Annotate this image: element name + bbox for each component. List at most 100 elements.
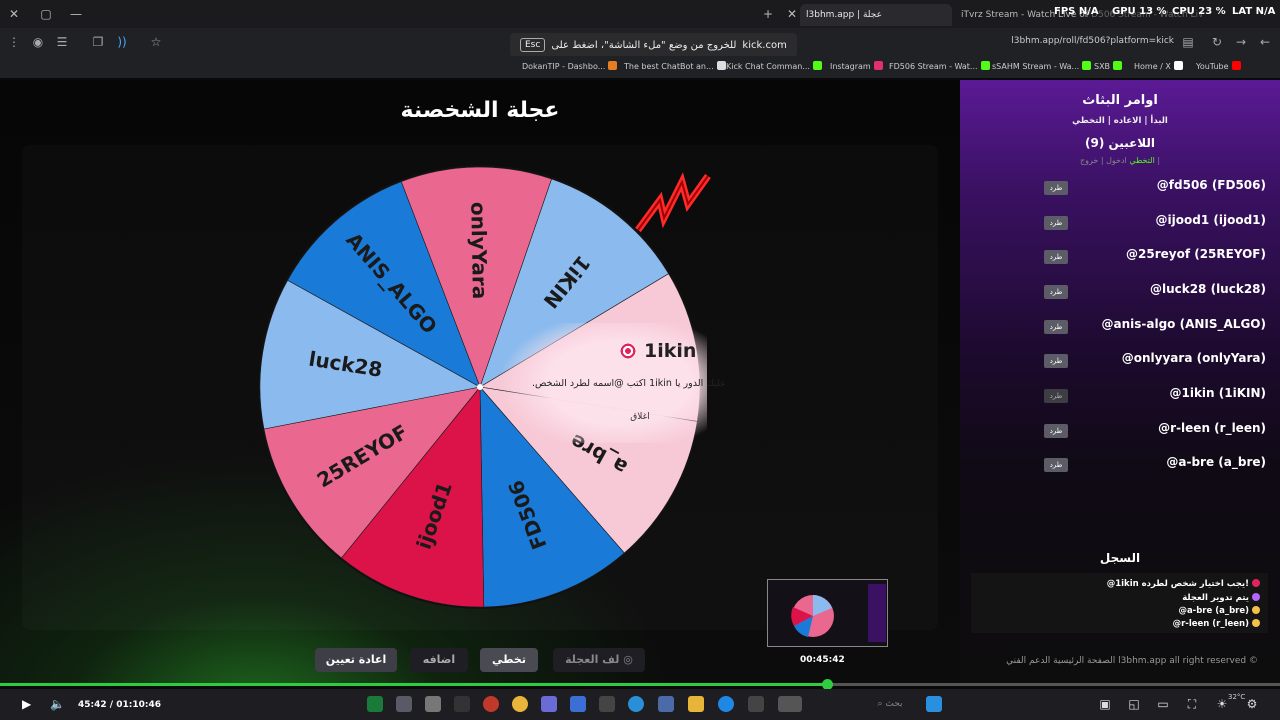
- tune-icon[interactable]: ☰: [54, 34, 70, 50]
- theater-icon[interactable]: ▭: [1155, 696, 1171, 712]
- add-button[interactable]: اضافه: [410, 648, 468, 672]
- app-icon[interactable]: [483, 696, 499, 712]
- bookmark-item[interactable]: FD506 Stream - Wat...: [889, 61, 990, 71]
- spin-icon: [1252, 593, 1260, 601]
- kick-button[interactable]: طرد: [1044, 285, 1068, 299]
- play-icon[interactable]: ▶: [22, 696, 38, 712]
- esc-key-hint: Esc: [520, 38, 546, 52]
- player-row: طرد @onlyyara (onlyYara): [1040, 350, 1266, 372]
- gpu-readout: GPU 13 %: [1112, 6, 1167, 17]
- minimize-window-icon[interactable]: —: [68, 6, 84, 22]
- bookmark-favicon-icon: [1113, 61, 1123, 70]
- taskbar-search[interactable]: ⌕ بحث: [866, 696, 914, 712]
- spin-button[interactable]: لف العجلة ◎: [553, 648, 645, 672]
- bookmark-star-icon[interactable]: ☆: [148, 34, 164, 50]
- bookmark-item[interactable]: Home / X: [1134, 61, 1183, 71]
- app-icon[interactable]: [628, 696, 644, 712]
- app-icon[interactable]: [541, 696, 557, 712]
- close-tab-icon[interactable]: ✕: [784, 6, 800, 22]
- player-name: @onlyyara (onlyYara): [1121, 351, 1266, 365]
- kick-button[interactable]: طرد: [1044, 354, 1068, 368]
- bookmark-favicon-icon: [873, 61, 883, 70]
- windows-start-icon[interactable]: [926, 696, 942, 712]
- skip-button[interactable]: تخطي: [480, 648, 538, 672]
- screenshot-icon[interactable]: ▣: [1097, 696, 1113, 712]
- reload-icon[interactable]: ↻: [1209, 34, 1225, 50]
- bookmark-item[interactable]: The best ChatBot an...: [624, 61, 726, 71]
- kick-button[interactable]: طرد: [1044, 458, 1068, 472]
- settings-app-icon[interactable]: [396, 696, 412, 712]
- footer-links[interactable]: الصفحة الرئيسية الدعم الفني l3bhm.app al…: [1006, 656, 1258, 666]
- player-name: @anis-algo (ANIS_ALGO): [1101, 317, 1267, 331]
- player-name: @1ikin (1iKIN): [1169, 386, 1266, 400]
- bookmark-favicon-icon: [980, 61, 990, 70]
- app-icon[interactable]: [778, 696, 802, 712]
- volume-icon[interactable]: 🔈: [50, 696, 66, 712]
- kick-button[interactable]: طرد: [1044, 181, 1068, 195]
- fullscreen-notice-site: kick.com: [742, 39, 787, 51]
- browser-tab-bar: ✕ ▢ — + ✕ l3bhm.app | عجلة iTvrz Stream …: [0, 0, 1280, 28]
- close-window-icon[interactable]: ✕: [6, 6, 22, 22]
- wheel-hub: [477, 384, 483, 390]
- tab-active[interactable]: l3bhm.app | عجلة: [800, 4, 952, 26]
- cpu-readout: CPU 23 %: [1172, 6, 1226, 17]
- reader-mode-icon[interactable]: ▤: [1180, 34, 1196, 50]
- spin-icon: ◎: [623, 653, 633, 666]
- kick-button[interactable]: طرد: [1044, 389, 1068, 403]
- edge-icon[interactable]: [718, 696, 734, 712]
- tab-search-icon[interactable]: ❐: [90, 34, 106, 50]
- bookmark-item[interactable]: sSAHM Stream - Wa...: [992, 61, 1092, 71]
- bookmark-item[interactable]: Kick Chat Comman...: [726, 61, 822, 71]
- app-icon[interactable]: [367, 696, 383, 712]
- bookmark-favicon-icon: [716, 61, 726, 70]
- streamer-commands: البدأ | الاعاده | التخطي: [1072, 116, 1168, 126]
- folder-icon[interactable]: [688, 696, 704, 712]
- bookmark-item[interactable]: DokanTIP - Dashbo...: [522, 61, 618, 71]
- temperature-readout: 32°C: [1228, 693, 1246, 701]
- sidebar-title: اوامر البثاث: [1082, 93, 1158, 108]
- gear-icon[interactable]: ⚙: [1244, 696, 1260, 712]
- fullscreen-notice-text: للخروج من وضع "ملء الشاشة"، اضغط على: [551, 39, 737, 51]
- close-popup-button[interactable]: اغلاق: [620, 409, 660, 425]
- app-icon[interactable]: [599, 696, 615, 712]
- bookmark-item[interactable]: Instagram: [830, 61, 883, 71]
- app-icon[interactable]: [454, 696, 470, 712]
- preview-wheel-image: [768, 580, 887, 646]
- player-row: طرد @1ikin (1iKIN): [1040, 385, 1266, 407]
- video-time: 45:42 / 01:10:46: [78, 700, 161, 710]
- player-row: طرد @luck28 (luck28): [1040, 281, 1266, 303]
- player-name: @25reyof (25REYOF): [1126, 247, 1266, 261]
- new-tab-icon[interactable]: +: [760, 6, 776, 22]
- app-icon[interactable]: [658, 696, 674, 712]
- read-aloud-icon[interactable]: )): [114, 34, 130, 50]
- page-title: عجلة الشخصنة: [400, 98, 560, 123]
- fps-readout: FPS N/A: [1054, 6, 1099, 17]
- player-name: @ijood1 (ijood1): [1155, 213, 1266, 227]
- player-row: طرد @ijood1 (ijood1): [1040, 212, 1266, 234]
- app-icon[interactable]: [425, 696, 441, 712]
- miniplayer-icon[interactable]: ◱: [1126, 696, 1142, 712]
- bookmark-favicon-icon: [1231, 61, 1241, 70]
- fullscreen-icon[interactable]: ⛶: [1184, 696, 1200, 712]
- maximize-window-icon[interactable]: ▢: [38, 6, 54, 22]
- chrome-icon[interactable]: [512, 696, 528, 712]
- player-name: @fd506 (FD506): [1156, 178, 1266, 192]
- forward-icon[interactable]: →: [1233, 34, 1249, 50]
- player-row: طرد @25reyof (25REYOF): [1040, 246, 1266, 268]
- address-bar[interactable]: l3bhm.app/roll/fd506?platform=kick: [1011, 36, 1174, 46]
- kick-button[interactable]: طرد: [1044, 424, 1068, 438]
- kick-button[interactable]: طرد: [1044, 216, 1068, 230]
- reset-button[interactable]: اعادة تعيين: [315, 648, 397, 672]
- extension-icon[interactable]: ◉: [30, 34, 46, 50]
- back-icon[interactable]: ←: [1257, 34, 1273, 50]
- wave-hand-icon: [1252, 619, 1260, 627]
- app-icon[interactable]: [570, 696, 586, 712]
- menu-dots-icon[interactable]: ⋮: [6, 34, 22, 50]
- bookmark-item[interactable]: YouTube: [1196, 61, 1241, 71]
- kick-button[interactable]: طرد: [1044, 320, 1068, 334]
- kick-button[interactable]: طرد: [1044, 250, 1068, 264]
- app-icon[interactable]: [748, 696, 764, 712]
- player-name: @r-leen (r_leen): [1158, 421, 1266, 435]
- player-row: طرد @anis-algo (ANIS_ALGO): [1040, 316, 1266, 338]
- bookmark-item[interactable]: SXB: [1094, 61, 1123, 71]
